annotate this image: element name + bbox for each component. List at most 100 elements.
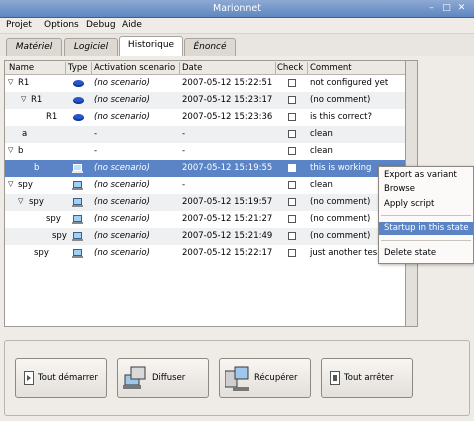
table-row[interactable]: ▽ spy (no scenario) 2007-05-12 15:19:57 … — [5, 194, 405, 211]
disk-icon — [73, 114, 84, 121]
laptop-icon — [72, 181, 83, 190]
row-name: R1 — [18, 78, 30, 88]
row-name: spy — [46, 214, 61, 224]
menu-debug[interactable]: Debug — [86, 20, 116, 30]
tab-enonce[interactable]: Énoncé — [184, 38, 236, 56]
header-check[interactable]: Check — [277, 63, 303, 73]
table-row[interactable]: ▽ spy (no scenario) - clean — [5, 177, 405, 194]
menu-options[interactable]: Options — [44, 20, 79, 30]
check-box[interactable] — [288, 232, 296, 240]
minimize-icon[interactable]: – — [425, 3, 438, 15]
row-comment: clean — [310, 129, 333, 139]
row-activation: - — [94, 129, 98, 139]
menu-aide[interactable]: Aide — [122, 20, 142, 30]
table-row[interactable]: ▽ R1 (no scenario) 2007-05-12 15:23:17 (… — [5, 92, 405, 109]
row-date: 2007-05-12 15:22:17 — [182, 248, 273, 258]
row-comment: (no comment) — [310, 197, 371, 207]
window-title: Marionnet — [213, 3, 261, 14]
check-box[interactable] — [288, 79, 296, 87]
menu-item-browse[interactable]: Browse — [379, 183, 473, 196]
action-panel: Tout démarrer Diffuser Récupérer Tout ar… — [4, 340, 470, 416]
table-row[interactable]: R1 (no scenario) 2007-05-12 15:23:36 is … — [5, 109, 405, 126]
row-comment: (no comment) — [310, 95, 371, 105]
row-activation: (no scenario) — [94, 112, 150, 122]
broadcast-button[interactable]: Diffuser — [117, 358, 209, 398]
expander-icon[interactable]: ▽ — [8, 78, 13, 86]
start-all-button[interactable]: Tout démarrer — [15, 358, 107, 398]
context-menu: Export as variant Browse Apply script St… — [378, 166, 474, 264]
tab-historique[interactable]: Historique — [119, 36, 183, 57]
menu-separator — [381, 240, 471, 241]
header-comment[interactable]: Comment — [310, 63, 352, 73]
header-type[interactable]: Type — [68, 63, 88, 73]
laptop-icon — [72, 215, 83, 224]
row-activation: (no scenario) — [94, 78, 150, 88]
row-activation: (no scenario) — [94, 248, 150, 258]
row-date: 2007-05-12 15:21:27 — [182, 214, 273, 224]
row-date: 2007-05-12 15:23:36 — [182, 112, 273, 122]
check-box[interactable] — [288, 249, 296, 257]
row-name: b — [34, 163, 40, 173]
maximize-icon[interactable]: □ — [440, 3, 453, 15]
row-comment: clean — [310, 180, 333, 190]
table-row[interactable]: ▽ R1 (no scenario) 2007-05-12 15:22:51 n… — [5, 75, 405, 92]
row-name: spy — [52, 231, 67, 241]
menu-item-export-variant[interactable]: Export as variant — [379, 169, 473, 182]
check-box[interactable] — [288, 215, 296, 223]
check-box[interactable] — [288, 130, 296, 138]
stop-all-button[interactable]: Tout arrêter — [321, 358, 413, 398]
table-header: Name Type Activation scenario Date Check… — [5, 61, 405, 75]
tab-logiciel[interactable]: Logiciel — [64, 38, 118, 56]
menu-item-apply-script[interactable]: Apply script — [379, 198, 473, 211]
menu-separator — [381, 215, 471, 216]
row-comment: just another tes — [310, 248, 378, 258]
row-date: 2007-05-12 15:19:55 — [182, 163, 273, 173]
tab-materiel[interactable]: Matériel — [6, 38, 62, 56]
row-date: - — [182, 129, 186, 139]
disk-icon — [73, 80, 84, 87]
row-activation: - — [94, 146, 98, 156]
title-bar: Marionnet – □ ✕ — [0, 0, 474, 18]
header-name[interactable]: Name — [9, 63, 34, 73]
close-icon[interactable]: ✕ — [455, 3, 468, 15]
row-name: R1 — [46, 112, 58, 122]
menu-item-delete-state[interactable]: Delete state — [379, 247, 473, 260]
table-row[interactable]: a - - clean — [5, 126, 405, 143]
row-name: b — [18, 146, 24, 156]
row-name: spy — [34, 248, 49, 258]
history-tree[interactable]: Name Type Activation scenario Date Check… — [4, 60, 406, 327]
row-comment: (no comment) — [310, 231, 371, 241]
expander-icon[interactable]: ▽ — [8, 146, 13, 154]
table-row[interactable]: spy (no scenario) 2007-05-12 15:21:27 (n… — [5, 211, 405, 228]
retrieve-button[interactable]: Récupérer — [219, 358, 311, 398]
menu-bar: Projet Options Debug Aide — [0, 18, 474, 34]
row-activation: (no scenario) — [94, 231, 150, 241]
expander-icon[interactable]: ▽ — [8, 180, 13, 188]
menu-item-startup-state[interactable]: Startup in this state — [379, 222, 473, 235]
check-box[interactable] — [288, 198, 296, 206]
row-name: spy — [18, 180, 33, 190]
expander-icon[interactable]: ▽ — [21, 95, 26, 103]
tab-bar: Matériel Logiciel Historique Énoncé — [0, 34, 474, 57]
table-row[interactable]: spy (no scenario) 2007-05-12 15:22:17 ju… — [5, 245, 405, 262]
expander-icon[interactable]: ▽ — [18, 197, 23, 205]
table-row[interactable]: ▽ b - - clean — [5, 143, 405, 160]
check-box[interactable] — [288, 96, 296, 104]
row-name: a — [22, 129, 28, 139]
check-box[interactable] — [288, 147, 296, 155]
stop-icon — [330, 371, 340, 385]
check-box[interactable] — [288, 113, 296, 121]
laptop-icon — [72, 198, 83, 207]
row-comment: is this correct? — [310, 112, 372, 122]
header-date[interactable]: Date — [182, 63, 202, 73]
check-box[interactable] — [288, 164, 296, 172]
row-activation: (no scenario) — [94, 180, 150, 190]
check-box[interactable] — [288, 181, 296, 189]
table-row[interactable]: spy (no scenario) 2007-05-12 15:21:49 (n… — [5, 228, 405, 245]
header-activation[interactable]: Activation scenario — [94, 63, 175, 73]
row-activation: (no scenario) — [94, 163, 150, 173]
row-name: spy — [29, 197, 44, 207]
row-activation: (no scenario) — [94, 95, 150, 105]
table-row-selected[interactable]: b (no scenario) 2007-05-12 15:19:55 this… — [5, 160, 405, 177]
menu-projet[interactable]: Projet — [6, 20, 32, 30]
